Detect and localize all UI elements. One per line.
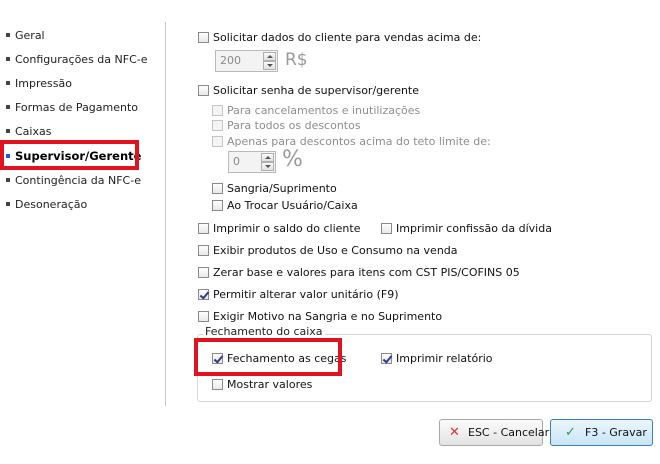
checkbox[interactable]	[198, 84, 209, 96]
fechamento-title: Fechamento do caixa	[203, 326, 325, 338]
close-icon: ✕	[449, 425, 460, 440]
highlight-box-fechamento	[194, 338, 342, 376]
option-sub-cancelamentos[interactable]: Para cancelamentos e inutilizações	[212, 103, 420, 118]
sidebar-item-caixas[interactable]: Caixas	[6, 124, 51, 140]
checkbox[interactable]	[212, 119, 223, 131]
option-sangria-suprimento[interactable]: Sangria/Suprimento	[212, 181, 337, 196]
check-icon: ✓	[565, 425, 576, 440]
sidebar-item-desoneracao[interactable]: Desoneração	[6, 197, 87, 213]
spin-up-icon[interactable]	[263, 52, 276, 61]
bullet-icon	[6, 178, 10, 182]
bullet-icon	[6, 129, 10, 133]
teto-limite-spinner[interactable]: 0	[228, 151, 276, 173]
checkbox[interactable]	[381, 222, 392, 234]
sidebar-item-formas-pagamento[interactable]: Formas de Pagamento	[6, 100, 138, 116]
option-imprimir-relatorio[interactable]: Imprimir relatório	[381, 351, 493, 366]
bullet-icon	[6, 105, 10, 109]
checkbox[interactable]	[212, 104, 223, 116]
valor-minimo-value: 200	[220, 54, 241, 67]
checkbox[interactable]	[198, 266, 209, 278]
option-sub-descontos[interactable]: Para todos os descontos	[212, 118, 361, 133]
option-solicitar-dados-cliente[interactable]: Solicitar dados do cliente para vendas a…	[198, 30, 481, 45]
checkbox[interactable]	[212, 182, 223, 194]
bullet-icon	[6, 81, 10, 85]
sidebar-item-impressao[interactable]: Impressão	[6, 76, 72, 92]
checkbox-checked[interactable]	[381, 352, 392, 364]
percent-unit: %	[282, 147, 303, 172]
option-imprimir-confissao[interactable]: Imprimir confissão da dívida	[381, 221, 552, 236]
sidebar-item-contingencia-nfce[interactable]: Contingência da NFC-e	[6, 173, 141, 189]
option-mostrar-valores[interactable]: Mostrar valores	[212, 377, 312, 392]
bullet-icon	[6, 57, 10, 61]
panel-divider	[165, 22, 166, 406]
spin-up-icon[interactable]	[261, 153, 274, 162]
option-exigir-motivo[interactable]: Exigir Motivo na Sangria e no Suprimento	[198, 309, 442, 324]
valor-minimo-spinner[interactable]: 200	[215, 50, 278, 72]
checkbox[interactable]	[212, 378, 223, 390]
teto-limite-value: 0	[233, 155, 240, 168]
bullet-icon	[6, 202, 10, 206]
spin-down-icon[interactable]	[261, 162, 274, 171]
highlight-box-sidebar	[0, 140, 139, 170]
option-sub-teto[interactable]: Apenas para descontos acima do teto limi…	[212, 134, 491, 149]
sidebar-item-configuracoes-nfce[interactable]: Configurações da NFC-e	[6, 52, 148, 68]
checkbox[interactable]	[198, 31, 209, 43]
currency-unit: R$	[285, 50, 308, 70]
option-solicitar-senha[interactable]: Solicitar senha de supervisor/gerente	[198, 83, 419, 98]
option-trocar-usuario[interactable]: Ao Trocar Usuário/Caixa	[212, 198, 358, 213]
checkbox[interactable]	[198, 310, 209, 322]
bullet-icon	[6, 33, 10, 37]
checkbox-checked[interactable]	[198, 288, 209, 300]
cancel-button[interactable]: ✕ ESC - Cancelar	[439, 419, 549, 446]
spin-down-icon[interactable]	[263, 61, 276, 70]
option-exibir-produtos[interactable]: Exibir produtos de Uso e Consumo na vend…	[198, 243, 458, 258]
option-zerar-base[interactable]: Zerar base e valores para itens com CST …	[198, 265, 520, 280]
checkbox[interactable]	[212, 135, 223, 147]
checkbox[interactable]	[198, 244, 209, 256]
option-imprimir-saldo[interactable]: Imprimir o saldo do cliente	[198, 221, 360, 236]
option-permitir-alterar[interactable]: Permitir alterar valor unitário (F9)	[198, 287, 398, 302]
sidebar-item-geral[interactable]: Geral	[6, 28, 45, 44]
checkbox[interactable]	[212, 199, 223, 211]
checkbox[interactable]	[198, 222, 209, 234]
save-button[interactable]: ✓ F3 - Gravar	[550, 419, 653, 446]
